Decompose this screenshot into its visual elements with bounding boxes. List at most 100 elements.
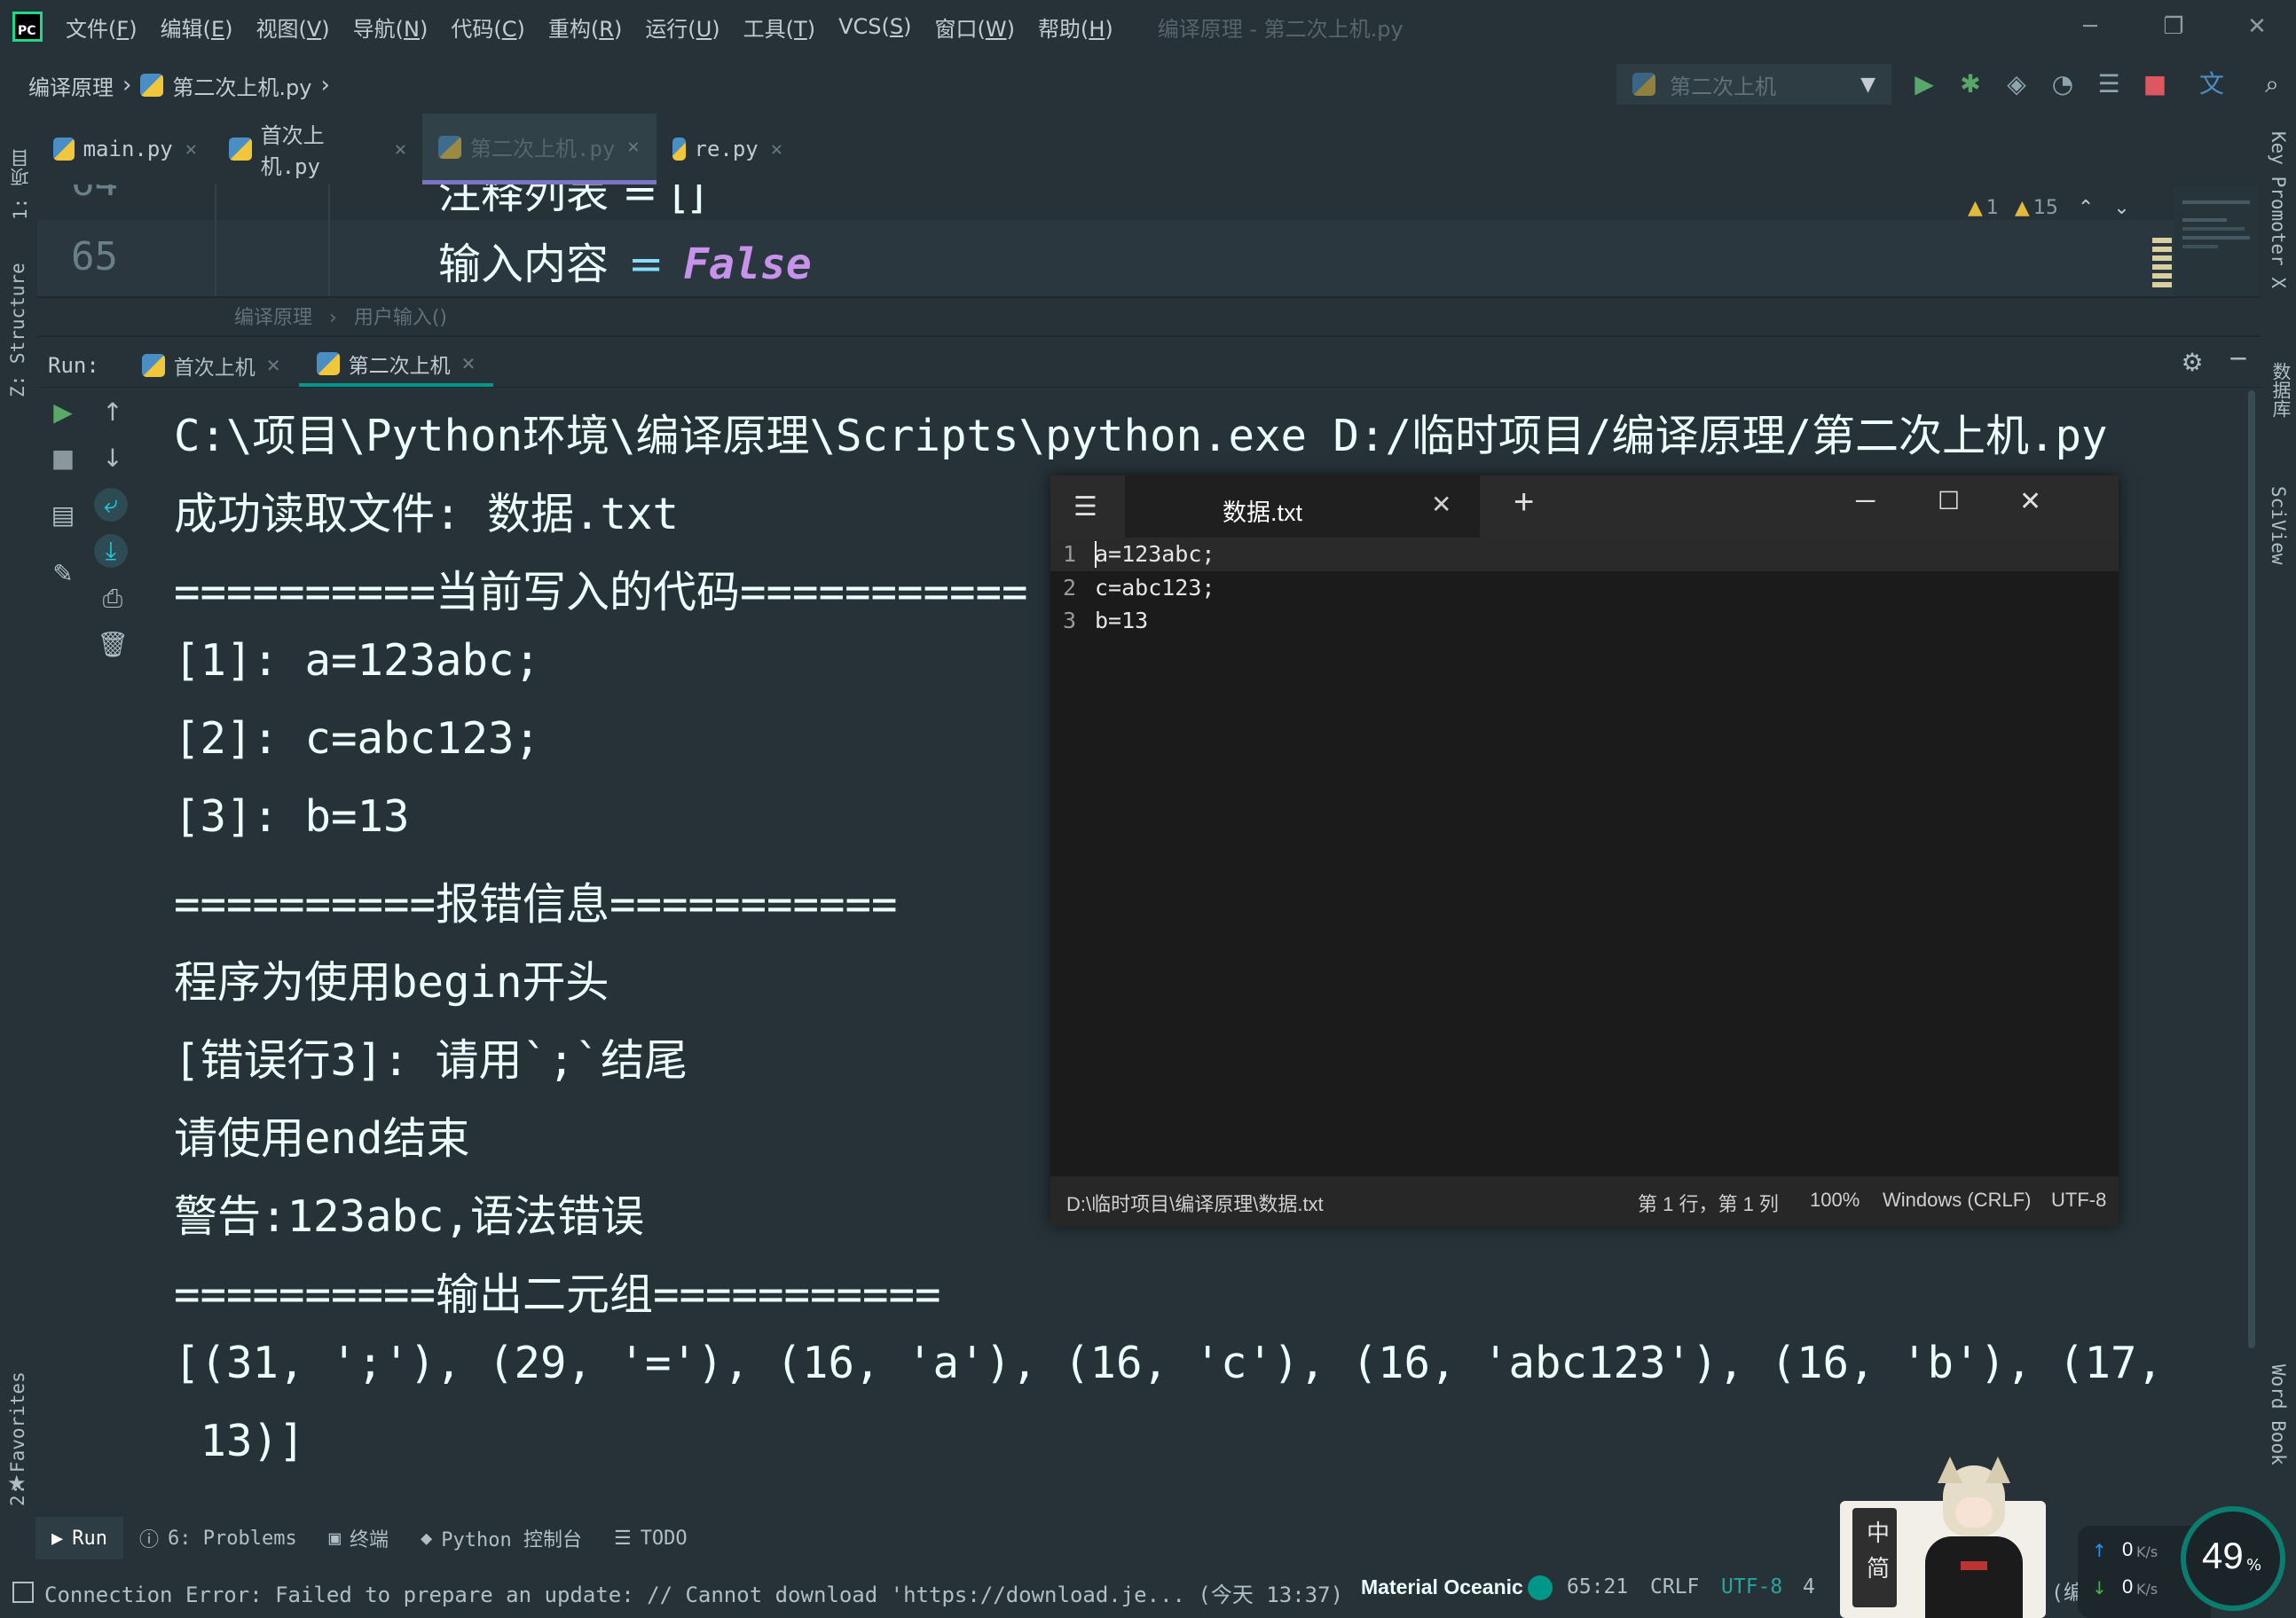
menu-tools[interactable]: 工具(T) — [743, 12, 815, 43]
project-tool-button[interactable]: 1: 项目 — [7, 122, 34, 220]
caret-position[interactable]: 65:21 — [1567, 1575, 1628, 1598]
breadcrumb-project[interactable]: 编译原理 — [28, 70, 114, 101]
run-config-label: 第二次上机 — [1670, 74, 1776, 99]
run-tab-first-lab[interactable]: 首次上机 ✕ — [124, 344, 299, 387]
coverage-icon[interactable]: ◈ — [2001, 69, 2032, 99]
python-icon — [316, 352, 340, 375]
database-tool-button[interactable]: 数据库 — [2268, 362, 2294, 468]
notepad-tab[interactable]: 数据.txt ✕ — [1125, 475, 1480, 538]
speed-unit: K/s — [2136, 1581, 2158, 1598]
close-icon[interactable]: ✕ — [2239, 9, 2275, 44]
hamburger-menu-icon[interactable]: ☰ — [1073, 491, 1097, 522]
print-icon[interactable]: ⎙ — [96, 582, 130, 616]
tab-terminal[interactable]: ▣ 终端 — [313, 1517, 405, 1559]
ime-charset-label: 简 — [1867, 1556, 1891, 1583]
arrow-down-icon[interactable]: ↓ — [96, 442, 130, 475]
line-separator[interactable]: CRLF — [1650, 1575, 1699, 1598]
line-number: 2 — [1063, 575, 1077, 601]
rerun-icon[interactable]: ▶ — [46, 396, 80, 429]
menu-view[interactable]: 视图(V) — [256, 12, 329, 43]
menu-code[interactable]: 代码(C) — [451, 12, 525, 43]
close-icon[interactable]: ✕ — [627, 136, 639, 158]
translate-icon[interactable]: 文 — [2197, 69, 2227, 99]
inspection-widget[interactable]: ▲ 1 ▲ 15 ⌃ ⌄ — [1968, 190, 2130, 225]
tab-python-console[interactable]: ◆ Python 控制台 — [405, 1517, 598, 1559]
menu-window[interactable]: 窗口(W) — [934, 12, 1014, 43]
minimize-icon[interactable]: ─ — [2072, 9, 2108, 44]
close-icon[interactable]: ✕ — [395, 138, 406, 161]
new-tab-plus-icon[interactable]: + — [1514, 483, 1534, 522]
hide-panel-icon[interactable]: ─ — [2221, 342, 2255, 376]
menu-refactor[interactable]: 重构(R) — [548, 12, 622, 43]
status-message[interactable]: Connection Error: Failed to prepare an u… — [44, 1577, 1343, 1608]
menu-edit[interactable]: 编辑(E) — [161, 12, 233, 43]
sciview-tool-button[interactable]: SciView — [2268, 486, 2289, 619]
tab-second-lab-py[interactable]: 第二次上机.py ✕ — [422, 114, 657, 185]
text-line: c=abc123; — [1095, 575, 1215, 601]
console-scrollbar[interactable] — [2248, 390, 2255, 1348]
menu-help[interactable]: 帮助(H) — [1038, 12, 1113, 43]
run-concurrency-icon[interactable]: ☰ — [2094, 69, 2124, 99]
chevron-down-icon[interactable]: ⌄ — [2113, 197, 2129, 219]
trash-icon[interactable]: 🗑 — [96, 628, 130, 662]
word-book-tool-button[interactable]: Word Book — [2268, 1364, 2289, 1506]
close-icon[interactable]: ✕ — [185, 138, 197, 161]
tab-run[interactable]: ▶ Run — [35, 1517, 123, 1559]
bottom-tool-tabs: ▶ Run ⓘ 6: Problems ▣ 终端 ◆ Python 控制台 ☰ … — [35, 1517, 1278, 1559]
menu-run[interactable]: 运行(U) — [645, 12, 719, 43]
search-icon[interactable]: ⌕ — [2257, 69, 2287, 99]
upload-speed: 0 — [2122, 1538, 2134, 1560]
scroll-to-end-icon[interactable]: ⤓ — [94, 534, 128, 568]
gutter-divider — [215, 185, 216, 296]
run-tab-label: 首次上机 — [173, 357, 256, 380]
indent-setting[interactable]: 4 — [1803, 1575, 1815, 1598]
minimap[interactable] — [2174, 186, 2259, 296]
tab-label: main.py — [83, 137, 173, 161]
structure-tool-button[interactable]: Z: Structure — [7, 229, 28, 397]
file-encoding[interactable]: UTF-8 — [1721, 1575, 1782, 1598]
close-icon[interactable]: ✕ — [461, 353, 476, 374]
download-speed: 0 — [2122, 1575, 2134, 1598]
key-promoter-tool-button[interactable]: Key Promoter X — [2268, 131, 2289, 362]
menu-vcs[interactable]: VCS(S) — [838, 14, 911, 39]
run-tab-second-lab[interactable]: 第二次上机 ✕ — [298, 344, 494, 387]
minimize-icon[interactable]: ─ — [1856, 486, 1875, 516]
console-line: [2]: c=abc123; — [174, 713, 541, 764]
menu-file[interactable]: 文件(F) — [66, 12, 138, 43]
close-icon[interactable]: ✕ — [2019, 486, 2041, 517]
layout-icon[interactable]: ▤ — [46, 499, 80, 532]
breadcrumb-item[interactable]: 编译原理 — [234, 307, 312, 329]
terminal-icon: ▣ — [328, 1527, 341, 1550]
arrow-up-icon[interactable]: ↑ — [96, 396, 130, 429]
notepad-text-area[interactable]: 1 a=123abc; 2 c=abc123; 3 b=13 — [1050, 538, 2119, 1176]
pin-icon[interactable]: ✎ — [46, 557, 80, 591]
tab-first-lab-py[interactable]: 首次上机.py ✕ — [213, 114, 422, 185]
run-icon[interactable]: ▶ — [1909, 69, 1939, 99]
stop-icon[interactable]: ■ — [46, 442, 80, 475]
tab-problems[interactable]: ⓘ 6: Problems — [123, 1517, 313, 1559]
debug-bug-icon[interactable]: ✱ — [1955, 69, 1985, 99]
menu-navigate[interactable]: 导航(N) — [353, 12, 429, 43]
close-tab-icon[interactable]: ✕ — [1431, 490, 1451, 519]
settings-gear-icon[interactable]: ⚙ — [2175, 346, 2209, 380]
panel-toggle-icon[interactable] — [12, 1582, 34, 1603]
maximize-icon[interactable]: ☐ — [1938, 486, 1960, 515]
tab-label: 首次上机.py — [260, 123, 325, 179]
tab-todo[interactable]: ☰ TODO — [598, 1517, 704, 1559]
ime-widget[interactable]: 中 简 — [1840, 1457, 2046, 1618]
tab-main-py[interactable]: main.py ✕ — [37, 114, 213, 185]
soft-wrap-icon[interactable]: ⤶ — [94, 488, 128, 522]
fold-divider — [328, 185, 330, 296]
theme-name[interactable]: Material Oceanic — [1361, 1575, 1523, 1599]
run-configuration-select[interactable]: 第二次上机 ▼ — [1616, 64, 1891, 105]
stop-icon[interactable]: ■ — [2140, 69, 2170, 99]
profile-icon[interactable]: ◔ — [2048, 69, 2078, 99]
breadcrumb-item[interactable]: 用户输入() — [354, 307, 447, 329]
star-icon: ★ — [7, 1471, 27, 1496]
close-icon[interactable]: ✕ — [266, 355, 281, 376]
chevron-up-icon[interactable]: ⌃ — [2078, 197, 2094, 219]
tab-re-py[interactable]: re.py ✕ — [657, 114, 798, 185]
close-icon[interactable]: ✕ — [771, 138, 782, 161]
breadcrumb-file[interactable]: 第二次上机.py — [172, 70, 311, 101]
restore-icon[interactable]: ❐ — [2156, 9, 2191, 44]
